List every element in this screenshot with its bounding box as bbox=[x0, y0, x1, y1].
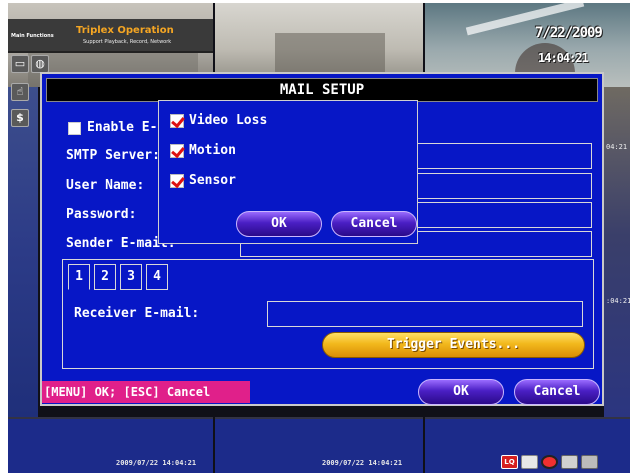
sensor-label: Sensor bbox=[189, 173, 236, 188]
main-functions-subtitle: Support Playback, Record, Network bbox=[83, 39, 172, 45]
tab-4[interactable]: 4 bbox=[146, 264, 168, 290]
main-functions-panel: Main Functions Triplex Operation Support… bbox=[8, 19, 213, 53]
motion-checkbox[interactable] bbox=[170, 144, 184, 158]
smtp-server-label: SMTP Server: bbox=[66, 148, 160, 163]
password-label: Password: bbox=[66, 207, 137, 222]
receiver-email-label: Receiver E-mail: bbox=[74, 306, 200, 321]
dvr-screen: 2009/07/22 14:04:21 2009/07/22 14:04:21 … bbox=[8, 3, 630, 473]
camera-timestamp: 2009/07/22 14:04:21 bbox=[116, 459, 197, 467]
lq-icon[interactable]: LQ bbox=[501, 455, 518, 469]
popup-cancel-button[interactable]: Cancel bbox=[331, 211, 417, 237]
popup-ok-button[interactable]: OK bbox=[236, 211, 322, 237]
dialog-title-bar: MAIL SETUP bbox=[46, 78, 598, 102]
settings-icon[interactable] bbox=[581, 455, 598, 469]
user-name-label: User Name: bbox=[66, 178, 145, 193]
tab-3[interactable]: 3 bbox=[120, 264, 142, 290]
motion-label: Motion bbox=[189, 143, 236, 158]
record-icon[interactable] bbox=[541, 455, 558, 469]
trigger-events-button[interactable]: Trigger Events... bbox=[322, 332, 585, 358]
ok-button[interactable]: OK bbox=[418, 379, 504, 405]
window-icon[interactable]: ▭ bbox=[11, 55, 29, 73]
camera-tile-left bbox=[8, 87, 38, 417]
cancel-button[interactable]: Cancel bbox=[514, 379, 600, 405]
side-timestamp: 04:21 bbox=[606, 143, 628, 151]
trigger-events-popup: Video Loss Motion Sensor OK Cancel bbox=[158, 100, 418, 244]
receiver-email-field[interactable] bbox=[267, 301, 583, 327]
main-functions-label: Main Functions bbox=[11, 33, 54, 39]
camera-timestamp: 2009/07/22 14:04:21 bbox=[322, 459, 403, 467]
enable-email-checkbox[interactable] bbox=[68, 122, 81, 135]
dollar-icon[interactable]: $ bbox=[11, 109, 29, 127]
main-functions-title: Triplex Operation bbox=[76, 25, 174, 36]
globe-icon[interactable]: ◍ bbox=[31, 55, 49, 73]
hand-icon[interactable]: ☝ bbox=[11, 83, 29, 101]
shield-icon[interactable] bbox=[561, 455, 578, 469]
osd-time: 14:04:21 bbox=[538, 51, 589, 65]
camera-tile-right bbox=[604, 87, 630, 417]
sensor-checkbox[interactable] bbox=[170, 174, 184, 188]
camera-tile-bottom-2: 2009/07/22 14:04:21 bbox=[215, 417, 423, 473]
monitor-icon[interactable] bbox=[521, 455, 538, 469]
dialog-title: MAIL SETUP bbox=[279, 82, 365, 98]
camera-tile-bottom-1: 2009/07/22 14:04:21 bbox=[8, 417, 213, 473]
osd-date: 7/22/2009 bbox=[535, 25, 603, 41]
video-loss-label: Video Loss bbox=[189, 113, 268, 128]
tab-2[interactable]: 2 bbox=[94, 264, 116, 290]
key-hint: [MENU] OK; [ESC] Cancel bbox=[42, 381, 250, 403]
side-timestamp: :04:21 bbox=[606, 297, 630, 305]
video-loss-checkbox[interactable] bbox=[170, 114, 184, 128]
tab-1[interactable]: 1 bbox=[68, 264, 90, 290]
